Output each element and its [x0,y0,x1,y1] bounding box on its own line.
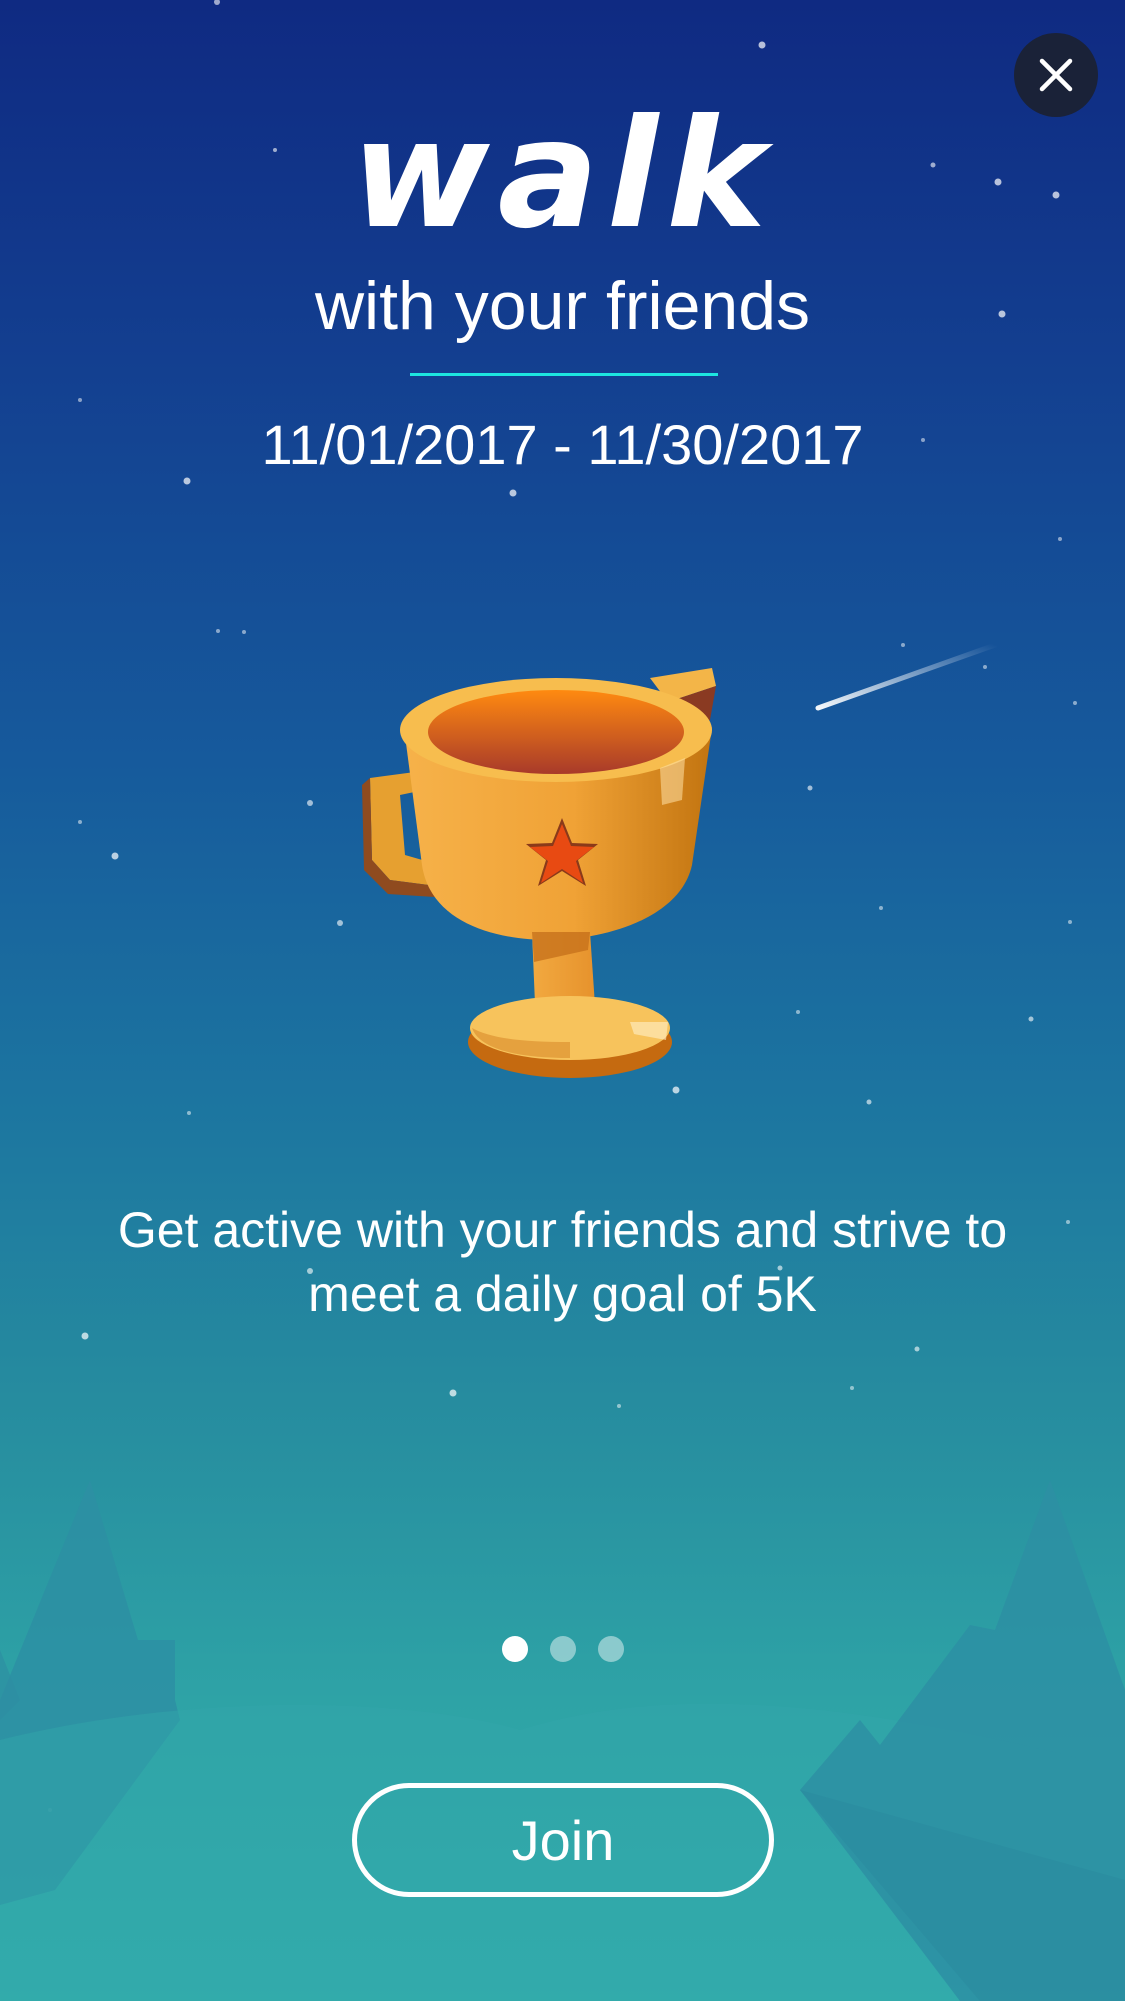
page-dot-2[interactable] [549,1636,576,1662]
shooting-star [815,642,998,711]
trophy-icon [362,668,716,1078]
page-dot-3[interactable] [597,1636,624,1662]
page-dot-1[interactable] [501,1636,528,1662]
join-button[interactable]: Join [352,1783,774,1897]
challenge-subtitle: with your friends [314,268,811,344]
title-divider [410,373,718,376]
challenge-title: walk [351,88,774,262]
challenge-description: Get active with your friends and strive … [117,1202,1008,1322]
date-range: 11/01/2017 - 11/30/2017 [261,413,864,476]
close-icon [1039,58,1073,92]
page-indicator [0,1636,1125,1662]
